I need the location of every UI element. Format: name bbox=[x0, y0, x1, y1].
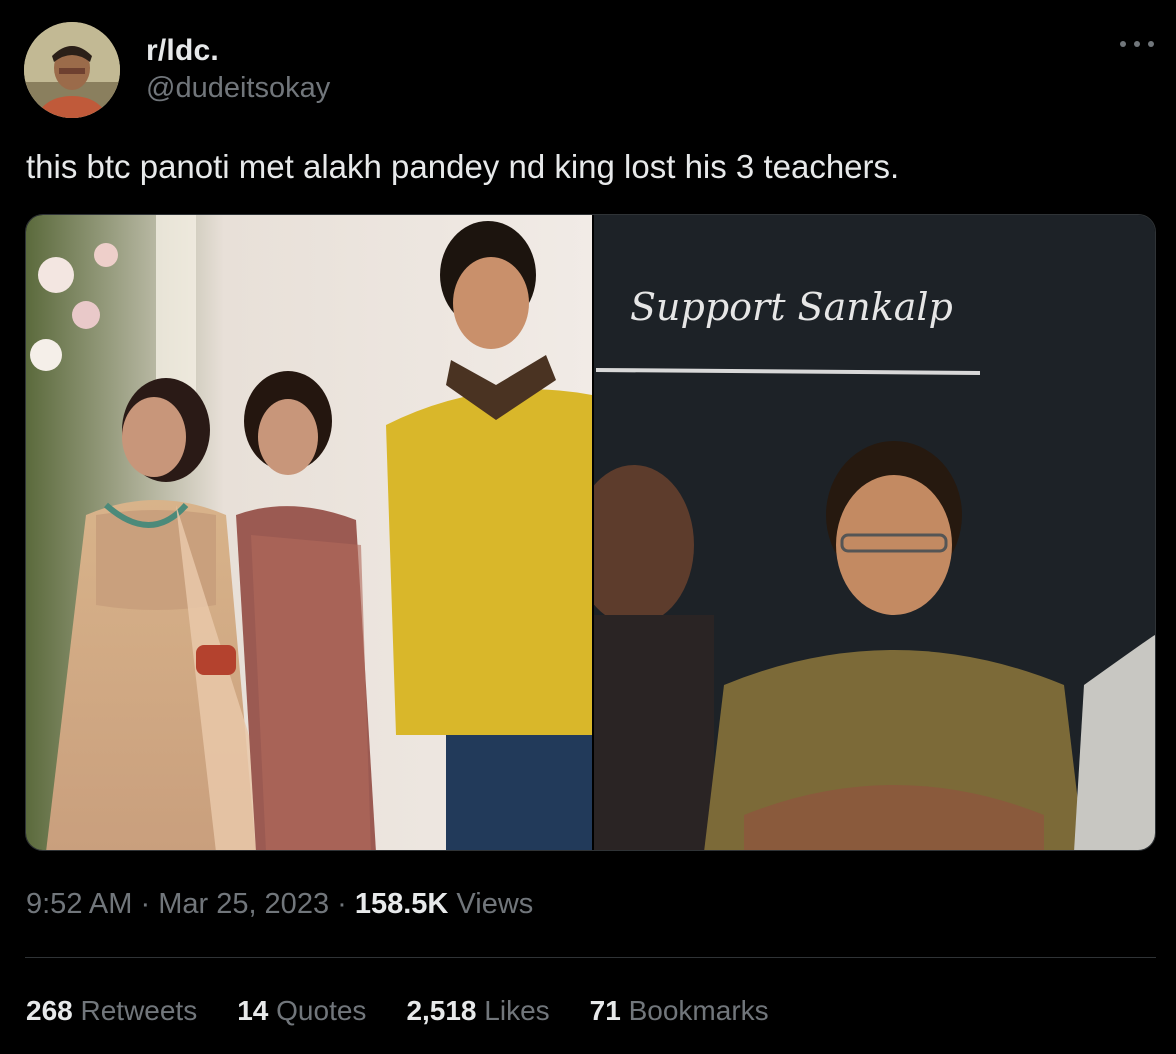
quotes-count: 14 bbox=[237, 995, 269, 1026]
retweets-count: 268 bbox=[26, 995, 73, 1026]
quotes-stat[interactable]: 14 Quotes bbox=[237, 995, 366, 1027]
tweet-time[interactable]: 9:52 AM bbox=[26, 888, 132, 920]
display-name[interactable]: r/ldc. bbox=[146, 34, 219, 68]
media-photo-right[interactable]: Support Sankalp bbox=[574, 215, 1155, 850]
bookmarks-label: Bookmarks bbox=[620, 995, 769, 1026]
engagement-stats: 268 Retweets 14 Quotes 2,518 Likes 71 Bo… bbox=[26, 995, 809, 1027]
divider bbox=[25, 957, 1156, 958]
more-horizontal-icon[interactable] bbox=[1120, 36, 1154, 52]
bookmarks-count: 71 bbox=[589, 995, 621, 1026]
likes-stat[interactable]: 2,518 Likes bbox=[406, 995, 549, 1027]
tweet-date[interactable]: Mar 25, 2023 bbox=[158, 888, 329, 920]
tweet-meta: 9:52 AM · Mar 25, 2023 · 158.5K Views bbox=[26, 888, 533, 921]
tweet-media[interactable]: Support Sankalp bbox=[25, 214, 1156, 851]
views-count: 158.5K bbox=[354, 888, 449, 920]
views-label: Views bbox=[448, 888, 534, 920]
media-photo-left[interactable] bbox=[26, 215, 592, 850]
tweet-text: this btc panoti met alakh pandey nd king… bbox=[26, 148, 900, 185]
board-text: Support Sankalp bbox=[630, 285, 953, 329]
retweets-label: Retweets bbox=[72, 995, 198, 1026]
bookmarks-stat[interactable]: 71 Bookmarks bbox=[590, 995, 769, 1027]
quotes-label: Quotes bbox=[268, 995, 367, 1026]
meta-separator: · bbox=[329, 888, 355, 920]
meta-separator: · bbox=[132, 888, 159, 920]
likes-count: 2,518 bbox=[406, 995, 477, 1026]
user-handle[interactable]: @dudeitsokay bbox=[146, 72, 330, 105]
retweets-stat[interactable]: 268 Retweets bbox=[26, 995, 197, 1027]
avatar[interactable] bbox=[24, 22, 120, 118]
likes-label: Likes bbox=[476, 995, 550, 1026]
tweet-header: r/ldc. @dudeitsokay bbox=[24, 22, 1154, 122]
